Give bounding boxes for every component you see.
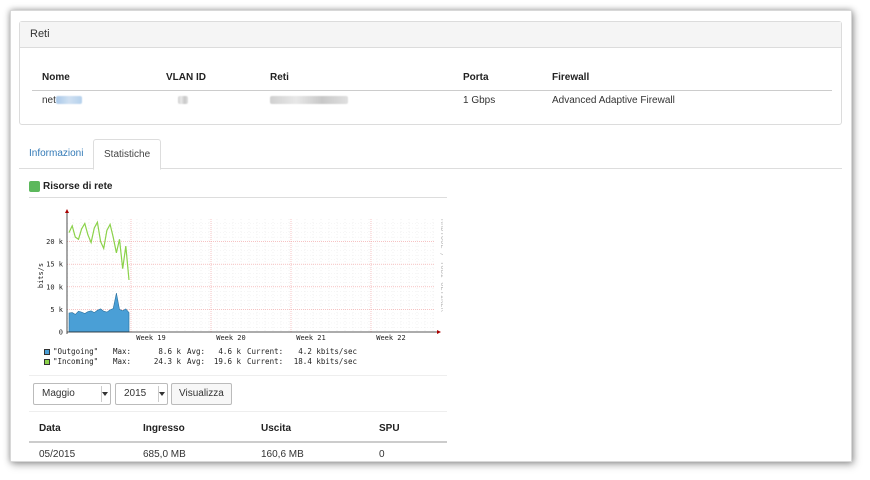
col-header-name: Nome [42,72,70,83]
y-tick-label: 0 [59,329,63,337]
outgoing-swatch [44,349,50,355]
stats-cell-incoming: 685,0 MB [143,449,186,460]
incoming-swatch [44,359,50,365]
col-header-firewall: Firewall [552,72,590,83]
traffic-chart: 0 5 k 10 k 15 k 20 k Week 19 Week 20 Week 21 Wee… [37,209,443,342]
stats-cell-outgoing: 160,6 MB [261,449,304,460]
series-incoming-line [68,220,130,281]
y-tick-label: 15 k [46,261,64,269]
chart-legend: "Outgoing" Max: 8.6 k Avg: 4.6 k Current… [44,347,357,367]
view-button[interactable]: Visualizza [171,383,232,405]
y-axis-label: bits/s [37,263,45,288]
tab-bar: Informazioni Statistiche [19,139,842,170]
section-title: Risorse di rete [29,181,112,192]
stats-header-divider [29,441,447,443]
y-tick-label: 20 k [46,238,64,246]
chevron-down-icon [159,392,165,396]
app-window: Reti Nome VLAN ID Reti Porta Firewall ne… [10,10,852,462]
col-header-spu: SPU [379,423,400,434]
tab-informazioni[interactable]: Informazioni [19,139,93,169]
section-divider [29,197,447,198]
legend-row-outgoing: "Outgoing" Max: 8.6 k Avg: 4.6 k Current… [44,347,357,357]
y-tick-label: 5 k [50,306,63,314]
firewall-value: Advanced Adaptive Firewall [552,95,675,106]
x-tick-label: Week 20 [216,334,246,342]
panel-title: Reti [20,22,841,48]
col-header-port: Porta [463,72,489,83]
col-header-outgoing: Uscita [261,423,292,434]
x-tick-label: Week 22 [376,334,406,342]
rrdtool-watermark: RRDTOOL / TOBI OETIKER [439,219,443,313]
col-header-vlan: VLAN ID [166,72,206,83]
stats-top-divider [29,411,447,412]
tab-statistiche[interactable]: Statistiche [93,139,161,170]
col-header-incoming: Ingresso [143,423,185,434]
month-select[interactable]: Maggio [33,383,111,405]
network-name-link[interactable]: net [42,95,82,106]
x-tick-label: Week 19 [136,334,166,342]
vlan-id-redacted [178,95,188,106]
stats-cell-spu: 0 [379,449,385,460]
section-title-text: Risorse di rete [43,181,113,192]
port-value: 1 Gbps [463,95,496,106]
header-divider [32,90,832,91]
x-axis-arrow [437,330,441,334]
y-tick-label: 10 k [46,283,64,291]
col-header-date: Data [39,423,61,434]
chevron-down-icon [102,392,108,396]
network-resource-icon [29,181,40,192]
networks-panel: Reti Nome VLAN ID Reti Porta Firewall ne… [19,21,842,125]
controls-divider [29,375,447,376]
series-outgoing-area [68,293,130,333]
col-header-networks: Reti [270,72,289,83]
x-tick-label: Week 21 [296,334,326,342]
legend-row-incoming: "Incoming" Max: 24.3 k Avg: 19.6 k Curre… [44,357,357,367]
network-address-redacted [270,95,348,106]
year-select[interactable]: 2015 [115,383,168,405]
stats-cell-date: 05/2015 [39,449,76,460]
y-axis-arrow [65,209,69,213]
